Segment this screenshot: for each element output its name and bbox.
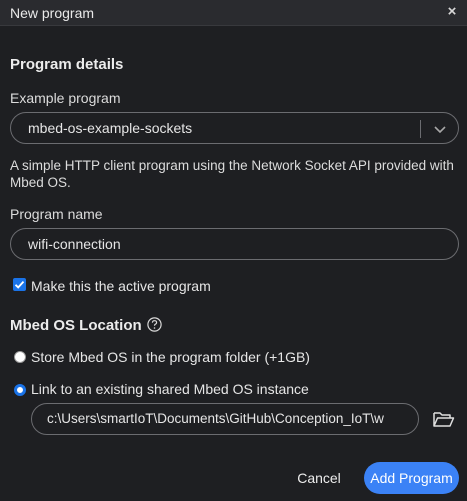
program-name-input[interactable]: wifi-connection [10, 228, 459, 260]
example-program-value: mbed-os-example-sockets [28, 120, 193, 136]
mbed-os-path-value: c:\Users\smartIoT\Documents\GitHub\Conce… [47, 411, 384, 426]
add-program-button[interactable]: Add Program [364, 462, 459, 494]
new-program-dialog: New program × Program details Example pr… [0, 0, 467, 501]
dialog-title: New program [10, 5, 95, 21]
close-icon[interactable]: × [443, 3, 461, 21]
program-description: A simple HTTP client program using the N… [10, 158, 454, 190]
active-program-label[interactable]: Make this the active program [31, 278, 211, 294]
mbed-os-location-heading: Mbed OS Location [10, 317, 142, 334]
folder-open-icon[interactable] [432, 409, 455, 429]
example-program-select[interactable]: mbed-os-example-sockets [10, 112, 459, 144]
mbed-os-path-input[interactable]: c:\Users\smartIoT\Documents\GitHub\Conce… [31, 403, 419, 435]
help-circle-icon[interactable] [147, 317, 162, 332]
cancel-button[interactable]: Cancel [292, 462, 346, 494]
link-mbed-os-label[interactable]: Link to an existing shared Mbed OS insta… [31, 381, 309, 397]
link-mbed-os-radio[interactable] [14, 384, 26, 396]
store-mbed-os-label[interactable]: Store Mbed OS in the program folder (+1G… [31, 349, 310, 365]
program-details-heading: Program details [10, 56, 124, 73]
program-name-value: wifi-connection [28, 236, 121, 252]
check-icon [14, 280, 25, 289]
program-name-label: Program name [10, 206, 103, 222]
select-divider [420, 120, 421, 138]
example-program-label: Example program [10, 90, 121, 106]
chevron-down-icon[interactable] [432, 121, 448, 137]
store-mbed-os-radio[interactable] [14, 351, 26, 363]
dialog-titlebar: New program × [0, 0, 467, 26]
active-program-checkbox[interactable] [13, 278, 26, 291]
